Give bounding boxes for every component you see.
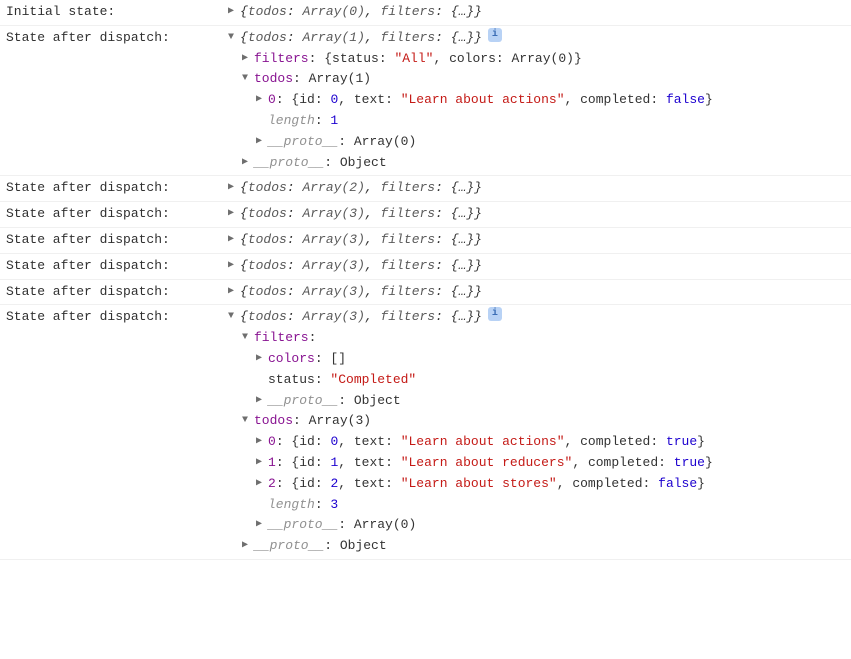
log-entry-dispatch: State after dispatch: {todos: Array(3), … — [0, 254, 851, 280]
log-entry-initial: Initial state: {todos: Array(0), filters… — [0, 0, 851, 26]
object-summary[interactable]: {todos: Array(3), filters: {…}} — [240, 204, 482, 225]
property-proto[interactable]: __proto__: Array(0) — [268, 515, 416, 536]
disclosure-triangle-icon[interactable] — [256, 432, 268, 450]
array-item[interactable]: 2: {id: 2, text: "Learn about stores", c… — [268, 474, 705, 495]
log-label: State after dispatch: — [6, 307, 228, 328]
disclosure-triangle-icon[interactable] — [228, 230, 240, 248]
array-item[interactable]: 1: {id: 1, text: "Learn about reducers",… — [268, 453, 713, 474]
property-proto[interactable]: __proto__: Object — [254, 153, 387, 174]
object-summary[interactable]: {todos: Array(3), filters: {…}} — [240, 307, 482, 328]
log-label: State after dispatch: — [6, 178, 228, 199]
log-label: State after dispatch: — [6, 282, 228, 303]
object-summary[interactable]: {todos: Array(0), filters: {…}} — [240, 2, 482, 23]
log-label: State after dispatch: — [6, 230, 228, 251]
disclosure-triangle-icon[interactable] — [228, 2, 240, 20]
array-item[interactable]: 0: {id: 0, text: "Learn about actions", … — [268, 432, 705, 453]
log-label: State after dispatch: — [6, 204, 228, 225]
disclosure-triangle-icon[interactable] — [228, 178, 240, 196]
disclosure-triangle-icon[interactable] — [228, 28, 240, 46]
log-entry-dispatch: State after dispatch: {todos: Array(3), … — [0, 228, 851, 254]
property-colors[interactable]: colors: [] — [268, 349, 346, 370]
disclosure-triangle-icon[interactable] — [256, 349, 268, 367]
disclosure-triangle-icon[interactable] — [242, 69, 254, 87]
disclosure-triangle-icon[interactable] — [242, 328, 254, 346]
disclosure-triangle-icon[interactable] — [228, 282, 240, 300]
disclosure-triangle-icon[interactable] — [242, 536, 254, 554]
disclosure-triangle-icon[interactable] — [256, 90, 268, 108]
property-filters[interactable]: filters: — [254, 328, 316, 349]
disclosure-triangle-icon[interactable] — [256, 474, 268, 492]
disclosure-triangle-icon[interactable] — [256, 515, 268, 533]
property-length: length: 3 — [268, 495, 338, 516]
object-summary[interactable]: {todos: Array(1), filters: {…}} — [240, 28, 482, 49]
log-entry-dispatch: State after dispatch: {todos: Array(3), … — [0, 280, 851, 306]
object-summary[interactable]: {todos: Array(3), filters: {…}} — [240, 230, 482, 251]
info-icon[interactable]: i — [488, 28, 502, 42]
array-item[interactable]: 0: {id: 0, text: "Learn about actions", … — [268, 90, 713, 111]
info-icon[interactable]: i — [488, 307, 502, 321]
log-entry-dispatch: State after dispatch: {todos: Array(1), … — [0, 26, 851, 177]
disclosure-triangle-icon[interactable] — [256, 132, 268, 150]
disclosure-triangle-icon[interactable] — [242, 49, 254, 67]
property-length: length: 1 — [268, 111, 338, 132]
property-status: status: "Completed" — [268, 370, 416, 391]
property-proto[interactable]: __proto__: Object — [254, 536, 387, 557]
object-summary[interactable]: {todos: Array(2), filters: {…}} — [240, 178, 482, 199]
log-label: State after dispatch: — [6, 28, 228, 49]
property-proto[interactable]: __proto__: Object — [268, 391, 401, 412]
disclosure-triangle-icon[interactable] — [256, 453, 268, 471]
log-entry-dispatch: State after dispatch: {todos: Array(2), … — [0, 176, 851, 202]
property-todos[interactable]: todos: Array(1) — [254, 69, 371, 90]
log-label: Initial state: — [6, 2, 228, 23]
disclosure-triangle-icon[interactable] — [228, 204, 240, 222]
disclosure-triangle-icon[interactable] — [242, 153, 254, 171]
disclosure-triangle-icon[interactable] — [242, 411, 254, 429]
disclosure-triangle-icon[interactable] — [228, 307, 240, 325]
log-entry-dispatch: State after dispatch: {todos: Array(3), … — [0, 305, 851, 560]
object-summary[interactable]: {todos: Array(3), filters: {…}} — [240, 256, 482, 277]
property-filters[interactable]: filters: {status: "All", colors: Array(0… — [254, 49, 582, 70]
disclosure-triangle-icon[interactable] — [256, 391, 268, 409]
object-summary[interactable]: {todos: Array(3), filters: {…}} — [240, 282, 482, 303]
property-proto[interactable]: __proto__: Array(0) — [268, 132, 416, 153]
disclosure-triangle-icon[interactable] — [228, 256, 240, 274]
log-label: State after dispatch: — [6, 256, 228, 277]
property-todos[interactable]: todos: Array(3) — [254, 411, 371, 432]
log-entry-dispatch: State after dispatch: {todos: Array(3), … — [0, 202, 851, 228]
